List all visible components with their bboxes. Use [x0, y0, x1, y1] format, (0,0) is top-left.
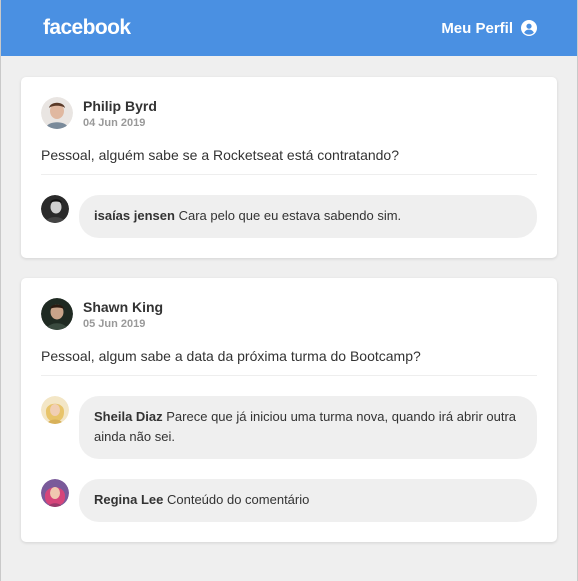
comment-bubble: Sheila Diaz Parece que já iniciou uma tu…	[79, 396, 537, 459]
post-author[interactable]: Philip Byrd	[83, 98, 157, 114]
avatar[interactable]	[41, 97, 73, 129]
comment-text: Conteúdo do comentário	[166, 492, 310, 507]
post-date: 04 Jun 2019	[83, 116, 146, 129]
avatar[interactable]	[41, 396, 69, 424]
feed: Philip Byrd 04 Jun 2019 Pessoal, alguém …	[1, 56, 577, 542]
post-header: Shawn King 05 Jun 2019	[41, 298, 537, 330]
comment-author[interactable]: Sheila Diaz	[94, 409, 163, 424]
comment-author[interactable]: Regina Lee	[94, 492, 163, 507]
user-circle-icon	[521, 20, 537, 36]
app-window: facebook Meu Perfil Philip Byrd 04 Jun 2…	[0, 0, 578, 581]
avatar[interactable]	[41, 195, 69, 223]
profile-link[interactable]: Meu Perfil	[441, 20, 537, 37]
facebook-logo[interactable]: facebook	[43, 16, 131, 40]
post-card: Shawn King 05 Jun 2019 Pessoal, algum sa…	[21, 278, 557, 542]
post-date: 05 Jun 2019	[83, 317, 146, 330]
post-content: Pessoal, alguém sabe se a Rocketseat est…	[41, 147, 537, 175]
post-author[interactable]: Shawn King	[83, 299, 163, 315]
comment: isaías jensen Cara pelo que eu estava sa…	[41, 195, 537, 238]
comment-author[interactable]: isaías jensen	[94, 208, 175, 223]
avatar[interactable]	[41, 479, 69, 507]
comment: Regina Lee Conteúdo do comentário	[41, 479, 537, 522]
post-header: Philip Byrd 04 Jun 2019	[41, 97, 537, 129]
post-content: Pessoal, algum sabe a data da próxima tu…	[41, 348, 537, 376]
profile-label: Meu Perfil	[441, 19, 513, 37]
comment-bubble: Regina Lee Conteúdo do comentário	[79, 479, 537, 522]
comment-text: Cara pelo que eu estava sabendo sim.	[178, 208, 402, 223]
post-card: Philip Byrd 04 Jun 2019 Pessoal, alguém …	[21, 77, 557, 258]
top-bar: facebook Meu Perfil	[1, 0, 577, 56]
comment: Sheila Diaz Parece que já iniciou uma tu…	[41, 396, 537, 459]
avatar[interactable]	[41, 298, 73, 330]
comment-bubble: isaías jensen Cara pelo que eu estava sa…	[79, 195, 537, 238]
